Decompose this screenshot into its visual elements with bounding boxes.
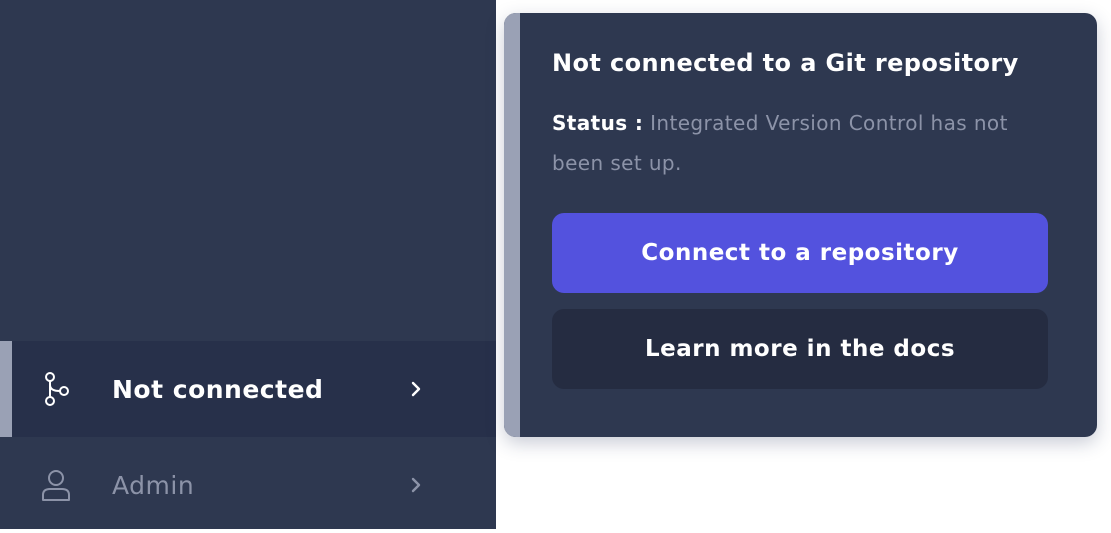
popover-title: Not connected to a Git repository <box>552 49 1019 77</box>
user-icon <box>40 467 72 503</box>
popover-accent-stripe <box>504 13 520 437</box>
chevron-right-icon <box>406 475 426 495</box>
git-status-popover: Not connected to a Git repository Status… <box>504 13 1097 437</box>
status-label: Status : <box>552 111 644 135</box>
sidebar-item-admin[interactable]: Admin <box>0 437 496 533</box>
sidebar-item-not-connected[interactable]: Not connected <box>0 341 496 437</box>
chevron-right-icon <box>406 379 426 399</box>
connect-repository-button[interactable]: Connect to a repository <box>552 213 1048 293</box>
status-message: Status : Integrated Version Control has … <box>552 103 1042 183</box>
sidebar-item-label: Not connected <box>112 374 324 404</box>
sidebar-item-label: Admin <box>112 470 195 500</box>
sidebar: Not connected Admin <box>0 0 496 529</box>
git-branch-icon <box>40 371 72 407</box>
learn-more-docs-button[interactable]: Learn more in the docs <box>552 309 1048 389</box>
